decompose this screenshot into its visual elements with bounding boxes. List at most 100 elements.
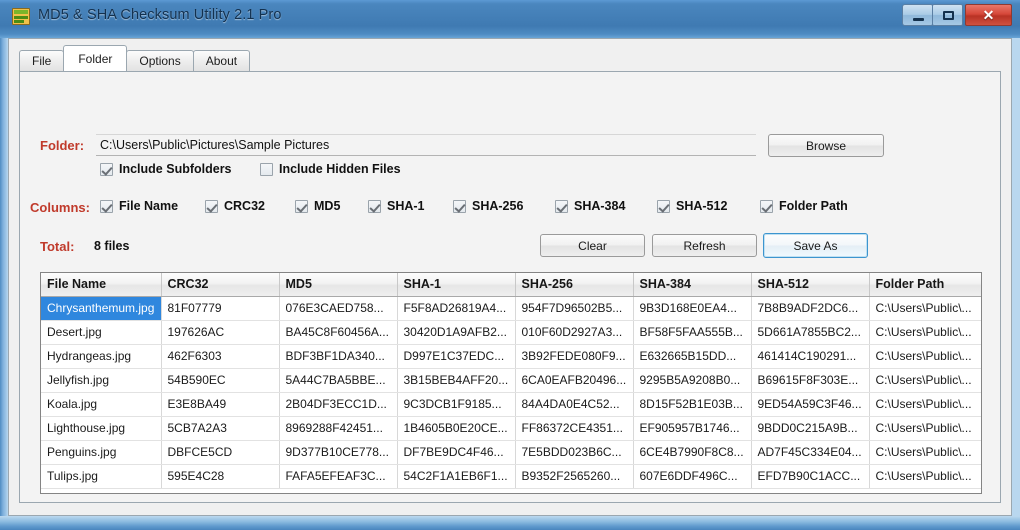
checkbox-column-crc32-box[interactable]: [205, 199, 218, 213]
cell-sha-512: AD7F45C334E04...: [751, 440, 870, 465]
cell-file-name: Chrysanthemum.jpg: [41, 296, 162, 321]
clear-button[interactable]: Clear: [540, 234, 645, 257]
checkbox-include-hidden-files-box[interactable]: [260, 162, 273, 176]
checkbox-column-sha-384[interactable]: SHA-384: [555, 199, 625, 213]
checkbox-column-file-name[interactable]: File Name: [100, 199, 178, 213]
cell-folder-path: C:\Users\Public\...: [869, 296, 981, 321]
checkbox-column-folder-path-label: Folder Path: [779, 199, 848, 213]
cell-crc32: 462F6303: [161, 344, 280, 369]
cell-crc32: 595E4C28: [161, 464, 280, 489]
checkbox-column-sha-256-box[interactable]: [453, 199, 466, 213]
column-header-sha-1[interactable]: SHA-1: [397, 273, 516, 297]
checkbox-include-subfolders-box[interactable]: [100, 162, 113, 176]
table-row[interactable]: Desert.jpg 197626AC BA45C8F60456A... 304…: [41, 320, 981, 345]
cell-crc32: E3E8BA49: [161, 392, 280, 417]
folder-path-value: C:\Users\Public\Pictures\Sample Pictures: [100, 138, 330, 152]
title-bar[interactable]: MD5 & SHA Checksum Utility 2.1 Pro ✕: [0, 0, 1020, 34]
tab-options[interactable]: Options: [126, 50, 194, 71]
checkbox-column-sha-512-label: SHA-512: [676, 199, 728, 213]
application-window: MD5 & SHA Checksum Utility 2.1 Pro ✕ Fil…: [0, 0, 1020, 530]
checkbox-include-hidden-files-label: Include Hidden Files: [279, 162, 401, 176]
checkbox-column-sha-512-box[interactable]: [657, 199, 670, 213]
column-header-folder-path[interactable]: Folder Path: [869, 273, 981, 297]
cell-file-name: Tulips.jpg: [41, 464, 162, 489]
cell-md5: 5A44C7BA5BBE...: [279, 368, 398, 393]
checkbox-column-file-name-box[interactable]: [100, 199, 113, 213]
table-row[interactable]: Lighthouse.jpg 5CB7A2A3 8969288F42451...…: [41, 416, 981, 441]
cell-sha-256: 954F7D96502B5...: [515, 296, 634, 321]
table-row[interactable]: Chrysanthemum.jpg 81F07779 076E3CAED758.…: [41, 296, 981, 321]
checkbox-column-sha-384-box[interactable]: [555, 199, 568, 213]
cell-sha-1: 9C3DCB1F9185...: [397, 392, 516, 417]
cell-file-name: Jellyfish.jpg: [41, 368, 162, 393]
cell-sha-256: 84A4DA0E4C52...: [515, 392, 634, 417]
cell-sha-384: 9295B5A9208B0...: [633, 368, 752, 393]
browse-button-label: Browse: [805, 138, 846, 153]
checkbox-include-hidden-files[interactable]: Include Hidden Files: [260, 162, 401, 176]
checkbox-column-sha-1[interactable]: SHA-1: [368, 199, 425, 213]
results-table[interactable]: File Name CRC32 MD5 SHA-1 SHA-256 SHA-38…: [40, 272, 982, 494]
cell-folder-path: C:\Users\Public\...: [869, 416, 981, 441]
cell-folder-path: C:\Users\Public\...: [869, 392, 981, 417]
refresh-button-label: Refresh: [683, 238, 726, 253]
cell-file-name: Koala.jpg: [41, 392, 162, 417]
cell-sha-1: DF7BE9DC4F46...: [397, 440, 516, 465]
folder-path-input[interactable]: C:\Users\Public\Pictures\Sample Pictures: [96, 134, 756, 156]
tab-strip: File Folder Options About: [19, 45, 251, 71]
checkbox-column-sha-256-label: SHA-256: [472, 199, 524, 213]
cell-sha-256: 3B92FEDE080F9...: [515, 344, 634, 369]
column-header-sha-512[interactable]: SHA-512: [751, 273, 870, 297]
tab-file[interactable]: File: [19, 50, 65, 71]
cell-md5: BDF3BF1DA340...: [279, 344, 398, 369]
save-as-button[interactable]: Save As: [763, 233, 868, 258]
table-row[interactable]: Hydrangeas.jpg 462F6303 BDF3BF1DA340... …: [41, 344, 981, 369]
checkbox-column-sha-1-label: SHA-1: [387, 199, 425, 213]
table-header-row: File Name CRC32 MD5 SHA-1 SHA-256 SHA-38…: [41, 273, 981, 297]
tab-folder[interactable]: Folder: [63, 45, 128, 71]
table-row[interactable]: Penguins.jpg DBFCE5CD 9D377B10CE778... D…: [41, 440, 981, 465]
cell-md5: 2B04DF3ECC1D...: [279, 392, 398, 417]
tab-about[interactable]: About: [192, 50, 251, 71]
cell-sha-256: 7E5BDD023B6C...: [515, 440, 634, 465]
cell-sha-1: 54C2F1A1EB6F1...: [397, 464, 516, 489]
cell-sha-512: 9BDD0C215A9B...: [751, 416, 870, 441]
checkbox-column-sha-384-label: SHA-384: [574, 199, 626, 213]
close-button[interactable]: ✕: [965, 4, 1012, 26]
cell-sha-512: EFD7B90C1ACC...: [751, 464, 870, 489]
checkbox-column-sha-256[interactable]: SHA-256: [453, 199, 523, 213]
checkbox-column-folder-path-box[interactable]: [760, 199, 773, 213]
table-row[interactable]: Koala.jpg E3E8BA49 2B04DF3ECC1D... 9C3DC…: [41, 392, 981, 417]
column-header-sha-256[interactable]: SHA-256: [515, 273, 634, 297]
column-header-file-name[interactable]: File Name: [41, 273, 162, 297]
cell-sha-384: 9B3D168E0EA4...: [633, 296, 752, 321]
checkbox-column-sha-512[interactable]: SHA-512: [657, 199, 727, 213]
cell-crc32: 54B590EC: [161, 368, 280, 393]
cell-crc32: 81F07779: [161, 296, 280, 321]
cell-md5: BA45C8F60456A...: [279, 320, 398, 345]
cell-file-name: Penguins.jpg: [41, 440, 162, 465]
checkbox-column-sha-1-box[interactable]: [368, 199, 381, 213]
column-header-crc32[interactable]: CRC32: [161, 273, 280, 297]
checkbox-column-md5[interactable]: MD5: [295, 199, 340, 213]
column-header-md5[interactable]: MD5: [279, 273, 398, 297]
table-row[interactable]: Jellyfish.jpg 54B590EC 5A44C7BA5BBE... 3…: [41, 368, 981, 393]
checkbox-column-md5-box[interactable]: [295, 199, 308, 213]
cell-sha-512: 7B8B9ADF2DC6...: [751, 296, 870, 321]
cell-sha-256: 6CA0EAFB20496...: [515, 368, 634, 393]
table-row[interactable]: Tulips.jpg 595E4C28 FAFA5EFEAF3C... 54C2…: [41, 464, 981, 489]
checkbox-include-subfolders-label: Include Subfolders: [119, 162, 232, 176]
minimize-button[interactable]: [902, 4, 933, 26]
cell-sha-512: 9ED54A59C3F46...: [751, 392, 870, 417]
maximize-button[interactable]: [932, 4, 963, 26]
window-controls: ✕: [902, 4, 1012, 27]
checkbox-column-folder-path[interactable]: Folder Path: [760, 199, 848, 213]
browse-button[interactable]: Browse: [768, 134, 884, 157]
cell-crc32: DBFCE5CD: [161, 440, 280, 465]
cell-md5: 9D377B10CE778...: [279, 440, 398, 465]
refresh-button[interactable]: Refresh: [652, 234, 757, 257]
checkbox-include-subfolders[interactable]: Include Subfolders: [100, 162, 232, 176]
checkbox-column-file-name-label: File Name: [119, 199, 179, 213]
tab-page-folder: Folder: C:\Users\Public\Pictures\Sample …: [19, 71, 1001, 503]
checkbox-column-crc32[interactable]: CRC32: [205, 199, 265, 213]
column-header-sha-384[interactable]: SHA-384: [633, 273, 752, 297]
